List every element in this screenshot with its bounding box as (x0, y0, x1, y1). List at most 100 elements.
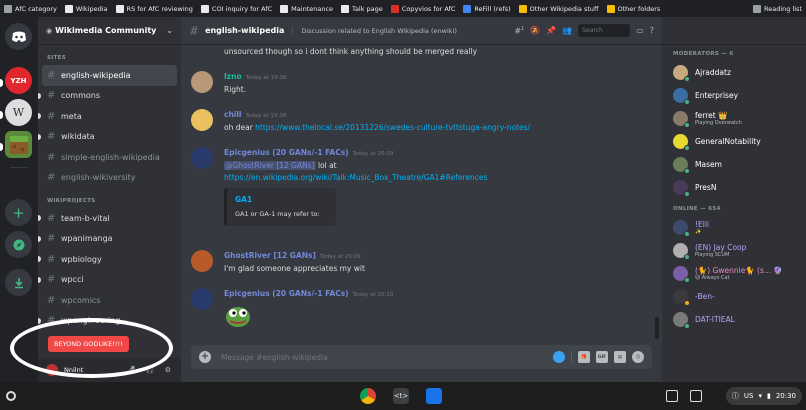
channel-label: simple-english-wikipedia (61, 152, 160, 162)
chrome-icon[interactable] (360, 388, 376, 404)
avatar[interactable] (191, 147, 213, 169)
channel-label: team-b-vital (61, 213, 110, 223)
mute-bell-icon[interactable]: 🔕 (530, 26, 540, 35)
channel-item[interactable]: # wikidata (38, 127, 181, 148)
explore-servers-icon[interactable] (5, 231, 32, 258)
files-icon[interactable] (426, 388, 442, 404)
attach-plus-icon[interactable]: + (199, 351, 211, 363)
member-status-text: 🐱 Always Cat (695, 274, 730, 281)
status-indicator (684, 145, 690, 151)
phone-hub-icon[interactable] (690, 390, 702, 402)
member-item[interactable]: !Elli ✨ (662, 216, 806, 239)
member-item[interactable]: Ajraddatz (662, 61, 806, 84)
avatar[interactable] (191, 288, 213, 310)
download-apps-icon[interactable] (5, 269, 32, 296)
message: Epicgenius (20 GANs/-1 FACs) Today at 20:… (191, 288, 652, 332)
member-item[interactable]: (🐈) Gwennie🐈 (s... 🔮 🐱 Always Cat (662, 262, 806, 285)
gif-icon[interactable]: GIF (596, 351, 608, 363)
bookmark-item[interactable]: COI inquiry for AfC (197, 0, 276, 17)
members-icon[interactable]: 👥 (562, 26, 572, 35)
channel-item[interactable]: # english-wikipedia (42, 65, 177, 86)
member-name: DAT-ITIEAL (695, 315, 735, 324)
search-input[interactable]: Search (578, 24, 631, 37)
message-input[interactable]: Message #english-wikipedia (221, 353, 328, 362)
avatar[interactable] (191, 250, 213, 272)
channel-item[interactable]: # simple-english-wikipedia (38, 147, 181, 168)
member-item[interactable]: (EN) Jay Coop Playing SCUM (662, 239, 806, 262)
bookmark-icon (390, 4, 399, 13)
message-continuation: unsourced though so i dont think anythin… (224, 47, 478, 56)
sticker-icon[interactable]: ▤ (614, 351, 626, 363)
channel-item[interactable]: # english-wikiversity (38, 168, 181, 189)
category-wikiprojects[interactable]: WIKIPROJECTS (38, 188, 181, 208)
message-author[interactable]: Izno (224, 72, 242, 81)
status-indicator (684, 254, 690, 260)
bookmarks-bar: AfC category Wikipedia RS for AfC reviewin… (0, 0, 806, 17)
add-server-icon[interactable]: + (5, 199, 32, 226)
channel-item[interactable]: # wpanimanga (38, 229, 181, 250)
message-composer[interactable]: + Message #english-wikipedia 🎁 GIF ▤ ☺ (191, 345, 652, 369)
avatar[interactable] (191, 109, 213, 131)
scrollbar[interactable] (655, 317, 659, 339)
message-text: Right. (224, 85, 247, 94)
server-wikipedia-icon[interactable]: W (5, 99, 32, 126)
reading-list-button[interactable]: Reading list (747, 0, 806, 17)
member-item[interactable]: DAT-ITIEAL (662, 308, 806, 331)
member-item[interactable]: GeneralNotability (662, 130, 806, 153)
channel-item[interactable]: # commons (38, 86, 181, 107)
message-link[interactable]: https://www.thelocal.se/20131226/swedes-… (255, 123, 530, 132)
member-name: Ajraddatz (695, 68, 731, 77)
hash-icon: # (189, 23, 200, 38)
unread-indicator (38, 215, 41, 222)
member-name: !Elli (695, 219, 709, 229)
message-author[interactable]: GhostRiver [12 GANs] (224, 251, 316, 260)
status-tray[interactable]: ⓘ US ▾ ▮ 20:30 (725, 387, 802, 405)
bookmark-item[interactable]: Wikipedia (61, 0, 112, 17)
discord-home-icon[interactable] (5, 23, 32, 50)
bookmark-item[interactable]: Other folders (603, 0, 665, 17)
hash-icon: # (47, 110, 56, 122)
embed-title[interactable]: GA1 (235, 194, 328, 205)
notifications-icon[interactable] (666, 390, 678, 402)
bookmark-item[interactable]: Copyvios for AfC (387, 0, 460, 17)
server-minecraft-icon[interactable] (5, 131, 32, 158)
bookmark-icon (463, 4, 472, 13)
bookmark-item[interactable]: Maintenance (276, 0, 337, 17)
hash-icon: # (47, 172, 56, 184)
member-status-text: Playing SCUM (695, 251, 730, 258)
channel-topic[interactable]: Discussion related to English Wikipedia … (292, 26, 457, 35)
guild-header[interactable]: ◉ Wikimedia Community ⌄ (38, 17, 181, 45)
bookmark-item[interactable]: Other Wikipedia stuff (515, 0, 603, 17)
member-item[interactable]: PresN (662, 176, 806, 199)
channel-item[interactable]: # wpbiology (38, 249, 181, 270)
help-icon[interactable]: ? (650, 26, 654, 35)
channel-item[interactable]: # wpcomics (38, 290, 181, 311)
bookmark-item[interactable]: Talk page (337, 0, 387, 17)
emoji-icon[interactable]: ☺ (632, 351, 644, 363)
member-item[interactable]: ferret 👑 Playing Overwatch (662, 107, 806, 130)
gift-icon[interactable]: 🎁 (578, 351, 590, 363)
member-item[interactable]: -Ben- (662, 285, 806, 308)
user-mention[interactable]: @GhostRiver [12 GANs] (224, 161, 316, 170)
threads-icon[interactable]: #1 (514, 26, 524, 36)
pin-icon[interactable]: 📌 (546, 26, 556, 35)
bookmark-item[interactable]: AfC category (0, 0, 61, 17)
message-link[interactable]: https://en.wikipedia.org/wiki/Talk:Music… (224, 173, 487, 182)
channel-item[interactable]: # team-b-vital (38, 208, 181, 229)
member-item[interactable]: Enterprisey (662, 84, 806, 107)
channel-item[interactable]: # wpcci (38, 270, 181, 291)
message-author[interactable]: Epicgenius (20 GANs/-1 FACs) (224, 148, 349, 157)
channel-title: english-wikipedia (205, 26, 285, 35)
message-author[interactable]: chill (224, 110, 242, 119)
inbox-icon[interactable]: ▭ (636, 26, 644, 35)
terminal-icon[interactable]: <t> (393, 388, 409, 404)
category-sites[interactable]: SITES (38, 45, 181, 65)
message-author[interactable]: Epicgenius (20 GANs/-1 FACs) (224, 289, 349, 298)
member-item[interactable]: Masem (662, 153, 806, 176)
server-yzh-icon[interactable]: YZH (5, 67, 32, 94)
launcher-icon[interactable] (6, 391, 16, 401)
avatar[interactable] (191, 71, 213, 93)
bookmark-item[interactable]: ReFill (refs) (459, 0, 514, 17)
bookmark-item[interactable]: RS for AfC reviewing (112, 0, 197, 17)
channel-item[interactable]: # meta (38, 106, 181, 127)
